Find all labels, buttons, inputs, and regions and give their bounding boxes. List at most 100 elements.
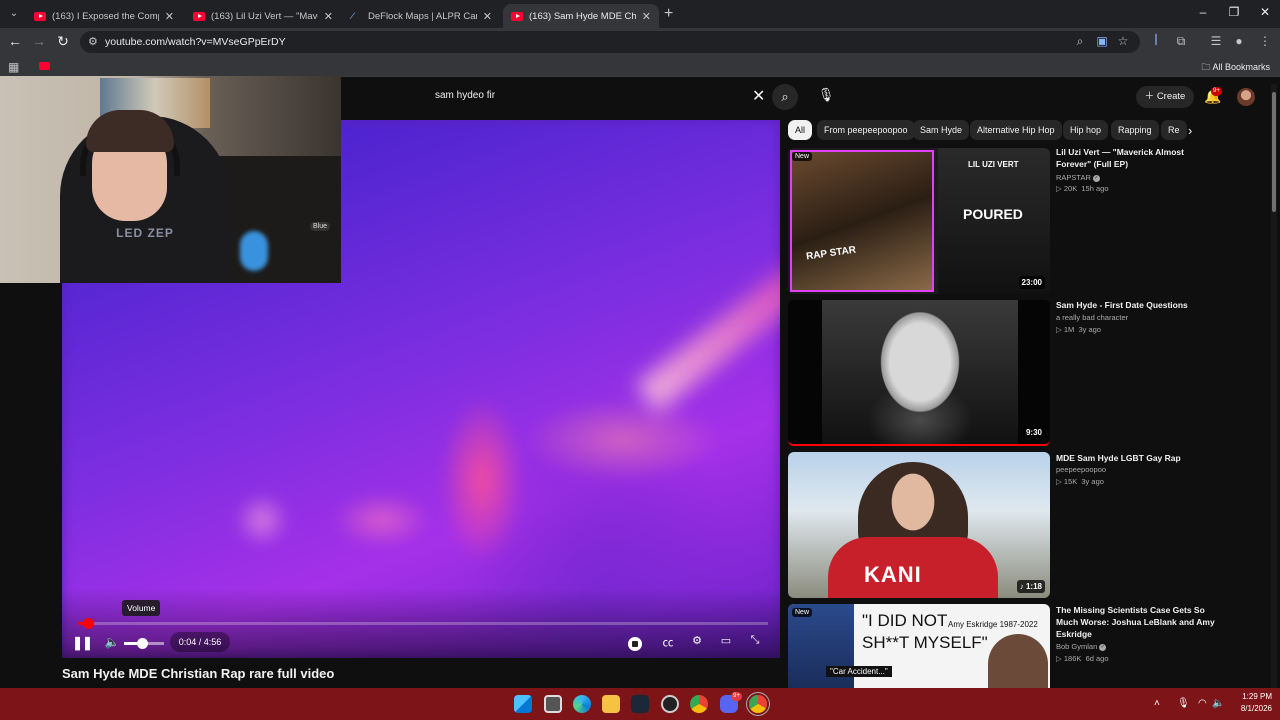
search-box[interactable]: sam hydeo fir ✕ ⌕ bbox=[425, 83, 806, 111]
tab-close-icon[interactable]: ✕ bbox=[165, 10, 174, 23]
rec-channel-4[interactable]: Bob Gymlan ✓ bbox=[1056, 642, 1107, 651]
chip-sam-hyde[interactable]: Sam Hyde bbox=[913, 120, 970, 140]
album-cover-art bbox=[790, 150, 934, 292]
rec-thumbnail-2[interactable]: 9:30 bbox=[788, 300, 1050, 446]
restore-icon[interactable]: ❐ bbox=[1219, 5, 1249, 19]
reload-icon[interactable]: ↻ bbox=[53, 33, 73, 50]
verified-check-icon: ✓ bbox=[1092, 174, 1100, 182]
upload-age: 3y ago bbox=[1078, 325, 1101, 334]
clock[interactable]: 1:29 PM 8/1/2026 bbox=[1241, 691, 1272, 715]
chip-all[interactable]: All bbox=[788, 120, 813, 140]
browser-tab-4-active[interactable]: (163) Sam Hyde MDE Christian ✕ bbox=[503, 4, 659, 28]
voice-search-mic-icon[interactable]: 🎙 bbox=[814, 83, 838, 107]
minimize-icon[interactable]: – bbox=[1188, 5, 1218, 19]
search-icon[interactable]: ⌕ bbox=[772, 84, 798, 110]
volume-handle[interactable] bbox=[137, 638, 148, 649]
fullscreen-icon[interactable]: ⤡ bbox=[744, 634, 766, 647]
steam-icon[interactable] bbox=[631, 695, 649, 713]
new-tab-icon[interactable]: + bbox=[664, 5, 673, 23]
chrome-menu-icon[interactable]: ⋮ bbox=[1256, 34, 1274, 48]
tab-title: DeFlock Maps | ALPR Camera M bbox=[368, 10, 477, 22]
window-close-icon[interactable]: ✕ bbox=[1250, 5, 1280, 19]
forward-icon[interactable]: → bbox=[29, 33, 49, 49]
page-scrollbar[interactable] bbox=[1271, 84, 1277, 688]
tab-close-icon[interactable]: ✕ bbox=[324, 10, 333, 23]
pause-icon[interactable]: ❚❚ bbox=[72, 635, 93, 651]
account-avatar[interactable] bbox=[1237, 88, 1255, 106]
extensions-icon[interactable]: ⧉ bbox=[1172, 34, 1190, 49]
extension-audio-icon[interactable]: ꟾ bbox=[1147, 34, 1165, 48]
chip-from-channel[interactable]: From peepeepoopoo bbox=[817, 120, 915, 140]
apps-grid-icon[interactable]: ▦ bbox=[8, 60, 19, 74]
all-bookmarks-label: All Bookmarks bbox=[1212, 62, 1270, 72]
rec-title-4[interactable]: The Missing Scientists Case Gets So Much… bbox=[1056, 604, 1216, 640]
rec-channel-3[interactable]: peepeepoopoo bbox=[1056, 465, 1106, 474]
reading-list-icon[interactable]: ☰ bbox=[1207, 34, 1225, 48]
upload-age: 6d ago bbox=[1085, 654, 1109, 663]
upload-age: 3y ago bbox=[1081, 477, 1104, 486]
captions-icon[interactable]: ㏄ bbox=[657, 634, 679, 650]
rec-thumbnail-3[interactable]: KANI ♪ 1:18 bbox=[788, 452, 1050, 598]
tab-search-icon[interactable]: ⌄ bbox=[6, 6, 22, 22]
tray-overflow-chevron-icon[interactable]: ˄ bbox=[1154, 698, 1160, 709]
new-badge: New bbox=[792, 608, 813, 617]
duration-badge: ♪ 1:18 bbox=[1016, 580, 1045, 593]
progress-bar[interactable] bbox=[78, 618, 768, 629]
settings-gear-icon[interactable]: ⚙ bbox=[686, 634, 708, 647]
verified-check-icon: ✓ bbox=[1099, 643, 1107, 651]
volume-tooltip: Volume bbox=[122, 600, 161, 616]
zoom-icon[interactable]: ⌕ bbox=[1071, 34, 1089, 49]
bookmark-star-icon[interactable]: ☆ bbox=[1114, 34, 1132, 48]
chip-hip-hop[interactable]: Hip hop bbox=[1063, 120, 1109, 140]
duration-text: 1:18 bbox=[1025, 582, 1042, 591]
tab-close-icon[interactable]: ✕ bbox=[642, 10, 651, 23]
thumbnail-man-portrait bbox=[822, 300, 1018, 444]
rec-channel-2[interactable]: a really bad character bbox=[1056, 313, 1128, 322]
site-info-icon[interactable]: ⚙ bbox=[88, 35, 98, 48]
chips-next-chevron-icon[interactable]: › bbox=[1188, 123, 1192, 138]
address-bar[interactable]: ⚙ youtube.com/watch?v=MVseGPpErDY bbox=[80, 31, 1140, 53]
wifi-icon[interactable]: ◠ bbox=[1198, 698, 1207, 709]
start-windows-icon[interactable] bbox=[514, 695, 532, 713]
browser-tab-2[interactable]: (163) Lil Uzi Vert — "Maverick A ✕ bbox=[185, 4, 341, 28]
webcam-shirt-text: LED ZEP bbox=[116, 226, 174, 240]
speaker-icon[interactable]: 🔈 bbox=[1212, 698, 1224, 709]
browser-tab-1[interactable]: (163) I Exposed the Company S ✕ bbox=[26, 4, 182, 28]
volume-slider[interactable] bbox=[124, 638, 164, 649]
profile-icon[interactable]: ● bbox=[1230, 34, 1248, 48]
browser-tab-3[interactable]: ⁄ DeFlock Maps | ALPR Camera M ✕ bbox=[344, 4, 500, 28]
youtube-bookmark-icon[interactable] bbox=[39, 62, 50, 70]
progress-scrubber[interactable] bbox=[82, 618, 94, 629]
deflock-favicon-icon: ⁄ bbox=[352, 10, 354, 21]
cast-icon[interactable]: ▣ bbox=[1093, 34, 1111, 48]
all-bookmarks-button[interactable]: 🗀 All Bookmarks bbox=[1201, 60, 1270, 76]
rec-title-2[interactable]: Sam Hyde - First Date Questions bbox=[1056, 299, 1216, 311]
rec-meta-2: ▷ 1M 3y ago bbox=[1056, 325, 1101, 334]
rec-title-1[interactable]: Lil Uzi Vert — "Maverick Almost Forever"… bbox=[1056, 146, 1216, 170]
autoplay-toggle-icon[interactable] bbox=[628, 637, 642, 651]
obs-icon[interactable] bbox=[661, 695, 679, 713]
chip-rapping[interactable]: Rapping bbox=[1111, 120, 1159, 140]
chrome-icon[interactable] bbox=[690, 695, 708, 713]
chip-more[interactable]: Re bbox=[1161, 120, 1187, 140]
rec-thumbnail-4[interactable]: "I DID NOT SH**T MYSELF" Amy Eskridge 19… bbox=[788, 604, 1050, 688]
volume-icon[interactable]: 🔈 bbox=[102, 635, 122, 649]
clear-search-icon[interactable]: ✕ bbox=[752, 86, 765, 106]
url-text[interactable]: youtube.com/watch?v=MVseGPpErDY bbox=[105, 36, 286, 48]
theater-mode-icon[interactable]: ▭ bbox=[715, 634, 737, 647]
thumbnail-hoodie-text: KANI bbox=[864, 562, 922, 587]
rec-title-3[interactable]: MDE Sam Hyde LGBT Gay Rap bbox=[1056, 452, 1216, 464]
chip-alternative-hip-hop[interactable]: Alternative Hip Hop bbox=[970, 120, 1062, 140]
edge-browser-icon[interactable] bbox=[573, 695, 591, 713]
microphone-tray-icon[interactable]: 🎙 bbox=[1177, 698, 1190, 709]
file-explorer-icon[interactable] bbox=[602, 695, 620, 713]
chrome-active-icon[interactable] bbox=[749, 695, 767, 713]
search-input[interactable]: sam hydeo fir bbox=[435, 90, 495, 101]
scrollbar-thumb[interactable] bbox=[1272, 92, 1276, 212]
rec-thumbnail-1[interactable]: RAP STAR LIL UZI VERT POURED New 23:00 bbox=[788, 148, 1050, 294]
tab-close-icon[interactable]: ✕ bbox=[483, 10, 492, 23]
rec-channel-1[interactable]: RAPSTAR ✓ bbox=[1056, 173, 1100, 182]
back-icon[interactable]: ← bbox=[5, 33, 25, 49]
task-view-icon[interactable] bbox=[544, 695, 562, 713]
create-button[interactable]: ＋ Create bbox=[1136, 86, 1194, 108]
